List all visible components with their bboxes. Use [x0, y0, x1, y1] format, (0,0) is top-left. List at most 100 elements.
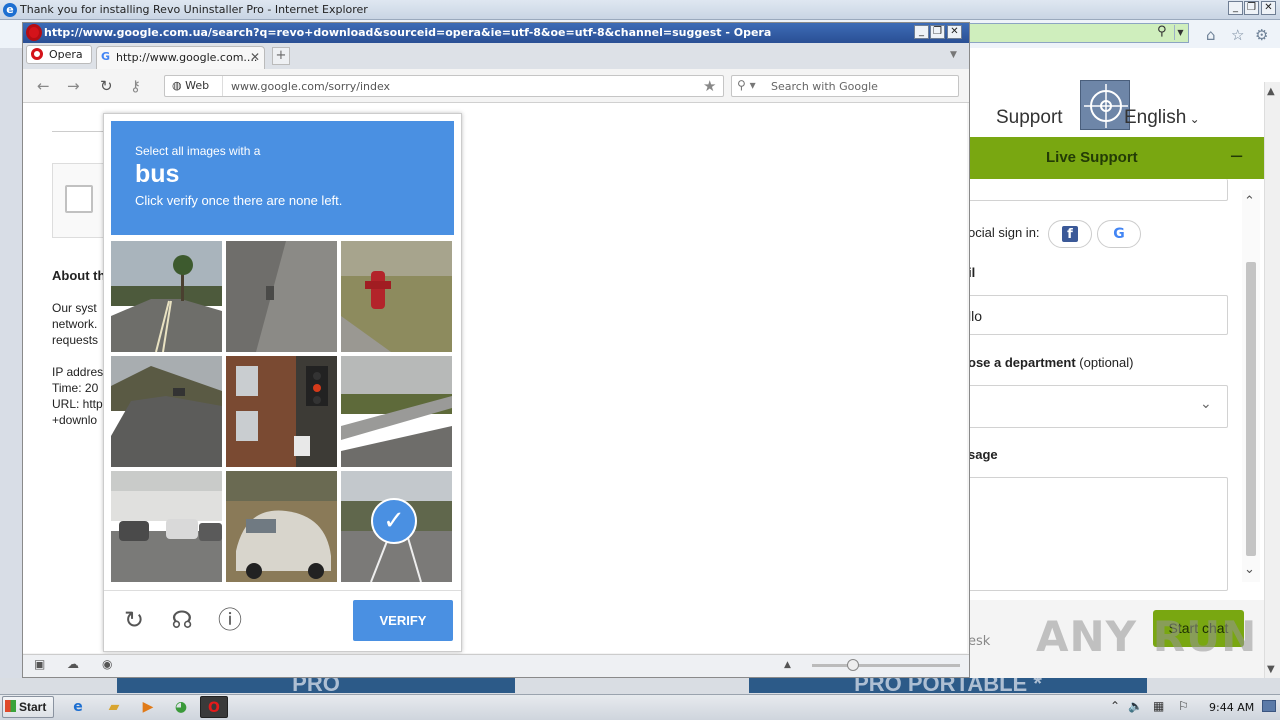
captcha-tile[interactable] — [111, 241, 222, 352]
tab-list-icon[interactable]: ▼ — [950, 50, 957, 60]
opera-logo-icon — [26, 24, 42, 41]
sorry-text-line: network. — [52, 317, 98, 331]
opera-taskbar-icon[interactable]: O — [200, 696, 228, 718]
department-label: ose a department (optional) — [968, 355, 1133, 370]
captcha-instruction: Click verify once there are none left. — [135, 193, 343, 208]
opera-menu-button[interactable]: Opera — [26, 45, 92, 64]
scroll-down-icon[interactable]: ⌄ — [1244, 562, 1255, 577]
opera-menu-label: Opera — [49, 48, 83, 61]
recaptcha-checkbox[interactable] — [65, 185, 93, 213]
flag-icon[interactable]: ⚐ — [1178, 699, 1189, 713]
crosshair-logo-icon — [1080, 80, 1130, 130]
message-textarea[interactable] — [966, 477, 1228, 591]
network-icon[interactable]: ▦ — [1153, 699, 1164, 713]
sorry-text-line: +downlo — [52, 413, 98, 427]
info-icon[interactable]: ⓘ — [216, 606, 244, 634]
opera-close-button[interactable]: ✕ — [947, 25, 962, 39]
tab-title: http://www.google.com.... — [116, 51, 258, 64]
captcha-tile[interactable] — [226, 241, 337, 352]
ie-taskbar-icon[interactable]: e — [64, 696, 92, 718]
language-selector[interactable]: English ⌄ — [1124, 107, 1200, 129]
google-favicon-icon: G — [101, 50, 111, 63]
url-separator — [222, 76, 223, 96]
volume-icon[interactable]: 🔈 — [1128, 699, 1143, 713]
speed-dial-icon[interactable]: ◉ — [102, 657, 112, 671]
pro-portable-banner[interactable]: PRO PORTABLE * — [749, 678, 1147, 693]
home-icon[interactable]: ⌂ — [1206, 26, 1216, 44]
globe-icon: ◍ — [172, 79, 186, 92]
pro-banner[interactable]: PRO — [117, 678, 515, 693]
language-label: English — [1124, 107, 1187, 128]
explorer-taskbar-icon[interactable]: ▰ — [100, 696, 128, 718]
captcha-select-text: Select all images with a — [135, 144, 261, 158]
chrome-taskbar-icon[interactable]: ◕ — [167, 696, 195, 718]
captcha-tile[interactable] — [111, 356, 222, 467]
social-signin-label: ocial sign in: — [968, 225, 1040, 240]
bookmark-star-icon[interactable]: ★ — [703, 77, 716, 95]
ie-scrollbar[interactable] — [1264, 82, 1280, 678]
key-icon[interactable]: ⚷ — [130, 77, 141, 95]
reload-icon[interactable]: ↻ — [100, 77, 113, 95]
url-text[interactable]: www.google.com/sorry/index — [231, 80, 390, 93]
new-tab-button[interactable]: + — [272, 47, 290, 65]
scroll-up-icon[interactable]: ⌃ — [1244, 194, 1255, 209]
department-select[interactable] — [966, 385, 1228, 428]
web-label: Web — [185, 79, 210, 92]
captcha-tile[interactable] — [226, 471, 337, 582]
ie-restore-button[interactable]: ❐ — [1244, 1, 1259, 15]
facebook-signin-button[interactable]: f — [1048, 220, 1092, 248]
media-player-taskbar-icon[interactable]: ▶ — [134, 696, 162, 718]
search-icon[interactable]: ⚲ — [1157, 24, 1167, 39]
message-label: sage — [968, 447, 998, 462]
gear-icon[interactable]: ⚙ — [1255, 26, 1268, 44]
zoom-slider-handle[interactable] — [847, 659, 859, 671]
cloud-icon[interactable]: ☁ — [67, 657, 79, 671]
facebook-icon: f — [1062, 226, 1078, 242]
favorites-star-icon[interactable]: ☆ — [1231, 26, 1244, 44]
sorry-text-line: IP addres — [52, 365, 104, 379]
google-signin-button[interactable]: G — [1097, 220, 1141, 248]
captcha-tile[interactable] — [226, 356, 337, 467]
captcha-target: bus — [135, 160, 180, 188]
scrollbar-thumb[interactable] — [1246, 262, 1256, 556]
view-icon[interactable]: ▲ — [784, 660, 791, 670]
windows-logo-icon — [5, 700, 16, 712]
headphones-icon[interactable]: ☊ — [168, 606, 196, 634]
ie-address-bar[interactable] — [968, 23, 1189, 43]
search-icon[interactable]: ⚲ ▾ — [737, 78, 756, 92]
captcha-tile[interactable] — [341, 356, 452, 467]
minimize-icon[interactable]: − — [1229, 146, 1244, 167]
ie-minimize-button[interactable]: _ — [1228, 1, 1243, 15]
chevron-down-icon: ⌄ — [1200, 396, 1212, 412]
name-field[interactable] — [966, 179, 1228, 201]
forward-icon[interactable]: → — [67, 77, 80, 95]
chevron-down-icon[interactable]: ▼ — [1174, 25, 1186, 40]
captcha-tile[interactable] — [111, 471, 222, 582]
ie-close-button[interactable]: ✕ — [1261, 1, 1276, 15]
captcha-divider — [104, 590, 461, 591]
verify-button[interactable]: VERIFY — [353, 600, 453, 641]
scroll-down-icon[interactable]: ▼ — [1267, 664, 1275, 675]
close-tab-icon[interactable]: ✕ — [250, 50, 260, 64]
department-label-text: ose a department — [968, 355, 1076, 370]
start-label: Start — [19, 700, 47, 714]
panel-toggle-icon[interactable]: ▣ — [34, 657, 45, 671]
sorry-text-line: requests — [52, 333, 99, 347]
web-badge[interactable]: ◍ Web — [172, 79, 209, 92]
ie-logo-icon: e — [3, 3, 17, 17]
tray-expand-icon[interactable]: ⌃ — [1110, 699, 1120, 713]
zoom-slider[interactable] — [812, 664, 960, 667]
show-desktop-button[interactable] — [1262, 700, 1276, 712]
email-value: llo — [968, 308, 983, 324]
ie-window-title: Thank you for installing Revo Uninstalle… — [20, 3, 368, 16]
email-field[interactable] — [966, 295, 1228, 335]
opera-minimize-button[interactable]: _ — [914, 25, 929, 39]
chevron-down-icon: ⌄ — [1186, 112, 1200, 126]
opera-restore-button[interactable]: ❐ — [930, 25, 945, 39]
back-icon[interactable]: ← — [37, 77, 50, 95]
nav-support-link[interactable]: Support — [996, 107, 1063, 129]
reload-icon[interactable]: ↻ — [120, 606, 148, 634]
sorry-text-line: Our syst — [52, 301, 97, 315]
captcha-tile[interactable] — [341, 241, 452, 352]
scroll-up-icon[interactable]: ▲ — [1267, 86, 1275, 97]
